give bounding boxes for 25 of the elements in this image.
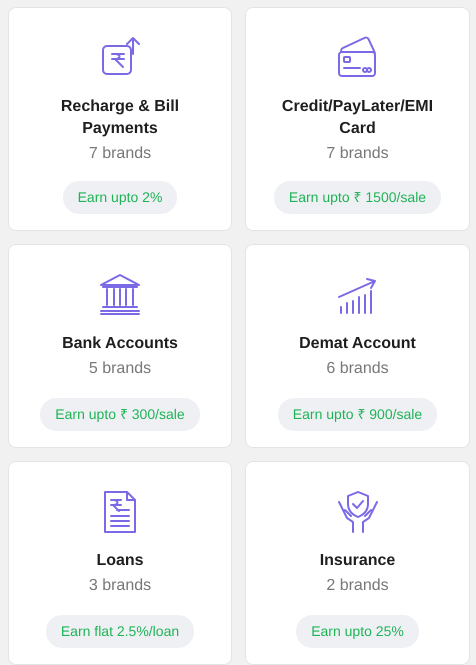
- earning-tag: Earn upto 2%: [62, 181, 178, 214]
- earning-tag: Earn upto ₹ 900/sale: [278, 398, 438, 431]
- category-card[interactable]: Credit/PayLater/EMI Card 7 brands Earn upto ₹ 1500/sale: [245, 7, 470, 231]
- brand-count: 5 brands: [88, 359, 152, 379]
- bank-icon: [97, 271, 143, 317]
- earning-tag: Earn upto ₹ 1500/sale: [274, 181, 442, 214]
- brand-count: 2 brands: [326, 576, 389, 596]
- brand-count: 7 brands: [326, 144, 389, 164]
- earning-tag: Earn flat 2.5%/loan: [46, 615, 194, 648]
- brand-count: 3 brands: [88, 576, 152, 596]
- category-title: Insurance: [320, 551, 396, 571]
- category-card[interactable]: Recharge & Bill Payments 7 brands Earn upto 2%: [8, 7, 232, 231]
- category-card[interactable]: Demat Account 6 brands Earn upto ₹ 900/sale: [245, 244, 470, 448]
- category-card[interactable]: Loans 3 brands Earn flat 2.5%/loan: [8, 461, 232, 665]
- category-title: Bank Accounts: [62, 334, 178, 354]
- category-title: Loans: [96, 551, 144, 571]
- category-title: Demat Account: [299, 334, 416, 354]
- category-card[interactable]: Bank Accounts 5 brands Earn upto ₹ 300/sale: [8, 244, 232, 448]
- brand-count: 7 brands: [88, 144, 152, 164]
- brand-count: 6 brands: [326, 359, 389, 379]
- category-title: Credit/PayLater/EMI Card: [280, 97, 434, 139]
- category-card[interactable]: Insurance 2 brands Earn upto 25%: [245, 461, 470, 665]
- category-title: Recharge & Bill Payments: [60, 97, 180, 139]
- earning-tag: Earn upto ₹ 300/sale: [40, 398, 200, 431]
- earning-tag: Earn upto 25%: [296, 615, 419, 648]
